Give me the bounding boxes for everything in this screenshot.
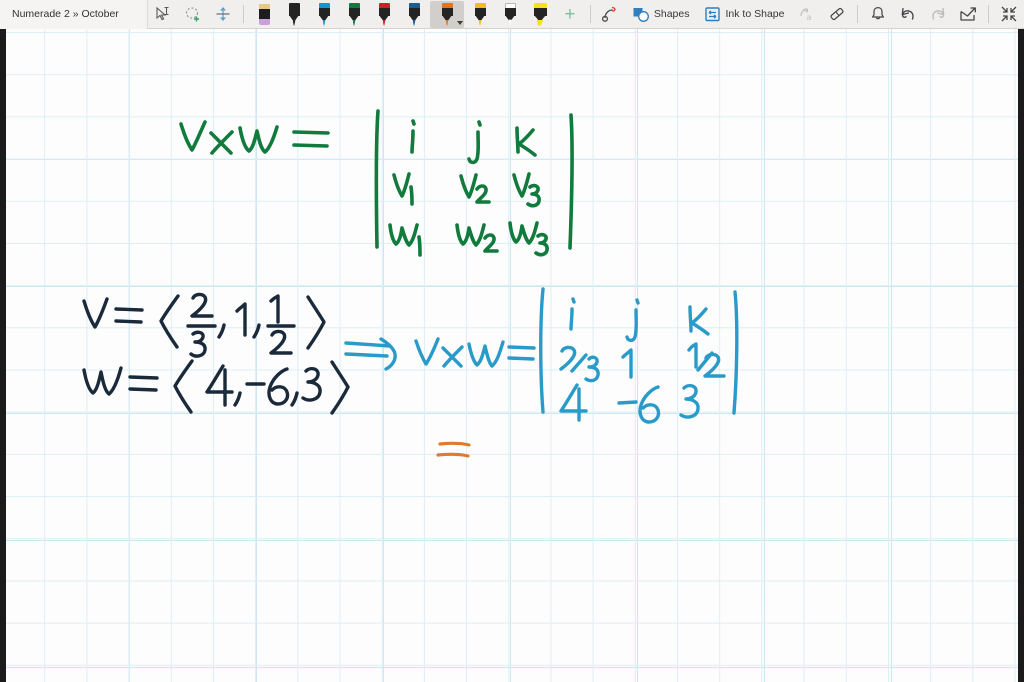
undo-icon: [901, 7, 914, 20]
add-pen-button[interactable]: +: [556, 1, 584, 28]
lasso-select-icon[interactable]: [179, 1, 207, 28]
insert-space-icon[interactable]: [209, 1, 237, 28]
toolbar-separator-2: [589, 5, 591, 23]
shapes-icon: [633, 7, 649, 22]
collapse-icon: [1001, 6, 1017, 22]
pen-glyph: [474, 2, 487, 26]
share-icon: [960, 7, 977, 21]
ink-to-text-button[interactable]: a a: [793, 1, 821, 28]
implies-arrow: [344, 337, 397, 371]
toolbar-separator-4: [988, 5, 990, 23]
toolbar-separator: [243, 5, 244, 23]
eraser-bar-icon: [830, 7, 844, 21]
pen-green[interactable]: [340, 1, 368, 28]
document-title: Numerade 2 » October: [12, 8, 119, 20]
collapse-ribbon-button[interactable]: [995, 1, 1023, 28]
ink-replay-button[interactable]: [597, 1, 625, 28]
eraser-tool[interactable]: [250, 1, 278, 28]
pen-glyph: [318, 2, 331, 26]
add-pen-label: +: [564, 3, 576, 25]
bell-icon: [872, 6, 885, 20]
selection-tool-group: [148, 0, 238, 29]
lasso-text-select-icon[interactable]: [149, 1, 177, 28]
ink-to-shape-icon: [704, 6, 720, 21]
pen-cyan[interactable]: [310, 1, 338, 28]
pen-glyph: [408, 2, 421, 26]
replay-icon: [602, 6, 616, 22]
vector-w-definition: [82, 359, 350, 415]
share-button[interactable]: [954, 1, 982, 28]
pen-glyph: [504, 2, 517, 26]
svg-text:a: a: [807, 13, 812, 22]
highlighter-glyph: [533, 2, 548, 26]
svg-text:a: a: [804, 7, 808, 14]
formula-cross-product-general: [179, 109, 574, 257]
pen-glyph: [378, 2, 391, 26]
notifications-button[interactable]: [864, 1, 892, 28]
toolbar-separator-3: [857, 5, 859, 23]
pen-glyph: [288, 2, 301, 26]
pen-red[interactable]: [370, 1, 398, 28]
pen-tool-group: [249, 0, 555, 29]
pen-glyph: [348, 2, 361, 26]
vector-v-definition: [82, 292, 326, 358]
pen-gold[interactable]: [466, 1, 494, 28]
whiteboard-app: Numerade 2 » October + Shapes Ink to Sha…: [0, 0, 1024, 682]
note-canvas[interactable]: [6, 29, 1018, 682]
shapes-label: Shapes: [653, 8, 690, 20]
formula-cross-product-substituted: [414, 287, 739, 424]
ink-to-shape-label: Ink to Shape: [725, 8, 785, 20]
document-title-area[interactable]: Numerade 2 » October: [0, 0, 148, 29]
redo-button[interactable]: [924, 1, 952, 28]
pen-black[interactable]: [280, 1, 308, 28]
shapes-button[interactable]: Shapes: [627, 1, 697, 28]
ink-to-text-icon: a a: [800, 7, 812, 22]
eraser-glyph: [258, 3, 271, 26]
chevron-down-icon[interactable]: [457, 20, 463, 25]
undo-button[interactable]: [894, 1, 922, 28]
equals-mark: [436, 441, 471, 458]
ink-to-shape-button[interactable]: Ink to Shape: [699, 1, 792, 28]
insert-space-glyph: [216, 7, 230, 21]
pen-navy[interactable]: [400, 1, 428, 28]
pen-glyph: [441, 2, 454, 26]
lasso-text-select-glyph: [156, 6, 169, 21]
pen-orange[interactable]: [430, 0, 464, 28]
toolbar: Numerade 2 » October + Shapes Ink to Sha…: [0, 0, 1024, 29]
ink-layer: [82, 109, 739, 458]
eraser-button[interactable]: [823, 1, 851, 28]
pen-white[interactable]: [496, 1, 524, 28]
redo-icon: [932, 7, 945, 20]
lasso-select-glyph: [185, 7, 199, 22]
highlighter-yellow[interactable]: [526, 1, 554, 28]
